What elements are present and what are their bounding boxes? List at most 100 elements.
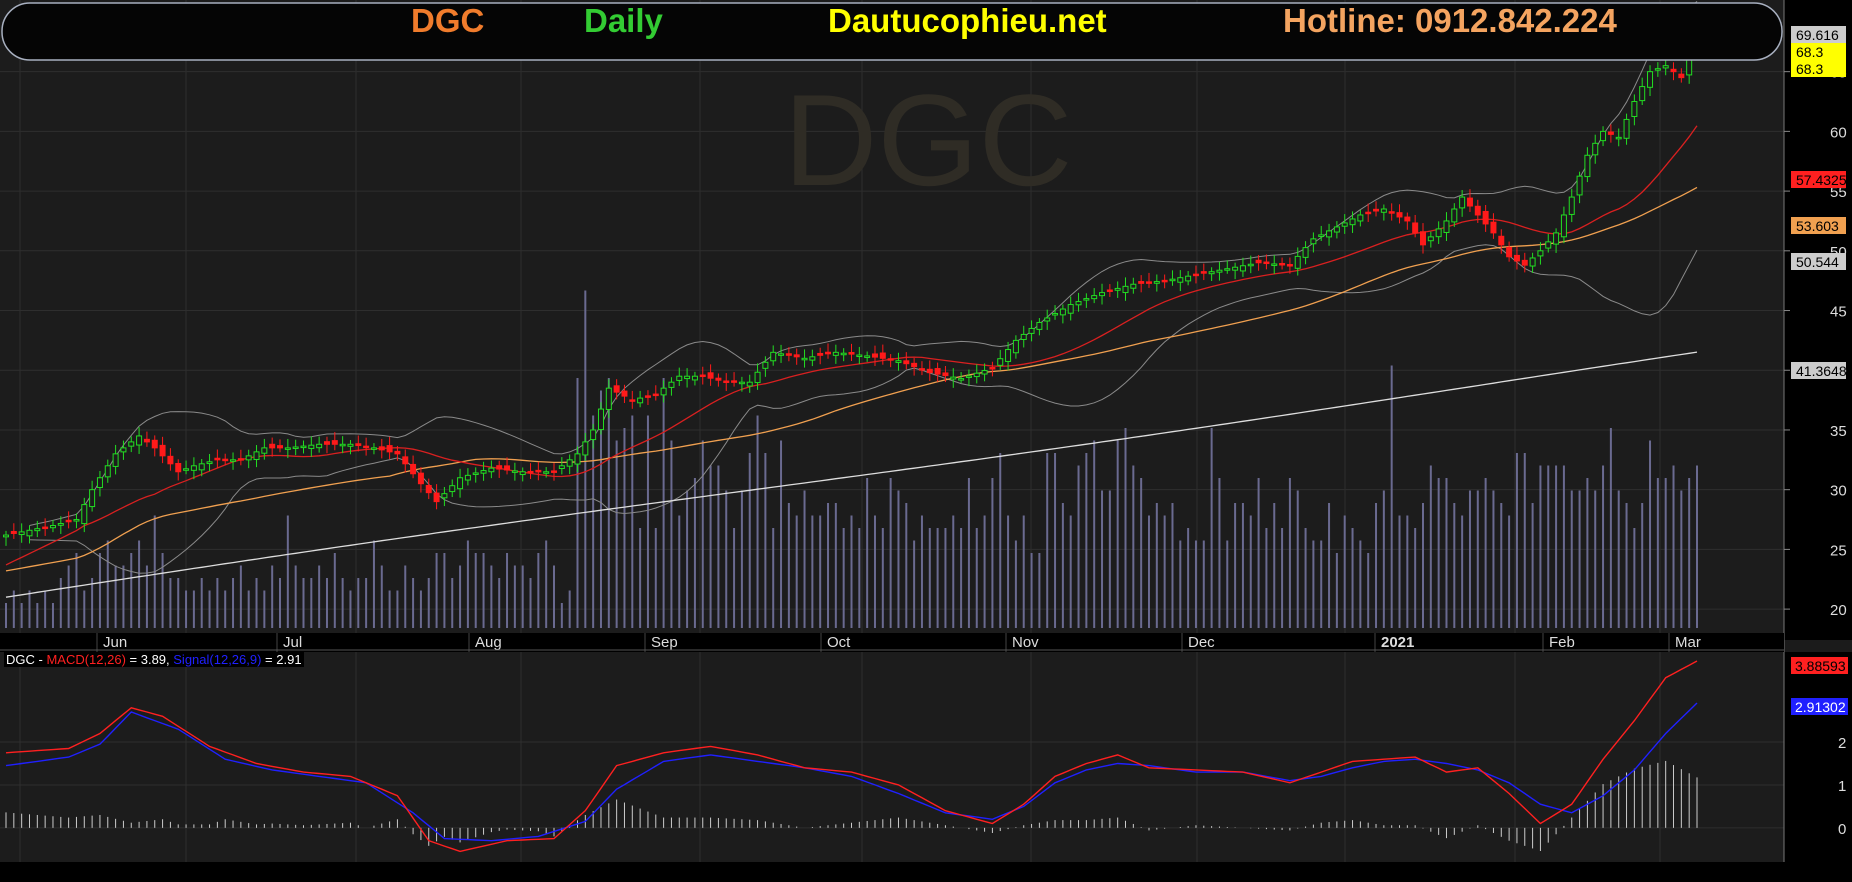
site-label: Dautucophieu.net [828, 2, 1107, 39]
candle-body [566, 459, 573, 467]
candle-body [339, 443, 346, 447]
candle-body [1600, 130, 1607, 142]
price-tag-label: 57.4325 [1796, 172, 1847, 188]
price-tag-label: 41.3648 [1796, 363, 1847, 379]
candle-body [668, 381, 675, 388]
price-tag-label: 68.3 [1796, 61, 1823, 77]
candle-body [1106, 289, 1113, 293]
candle-body [57, 523, 64, 526]
candle-body [355, 443, 362, 446]
candle-body [1138, 281, 1145, 284]
candle-body [770, 351, 777, 362]
candle-body [214, 457, 221, 461]
price-tag-label: 68.3 [1796, 44, 1823, 60]
candle-body [394, 450, 401, 455]
candle-body [206, 461, 213, 465]
candle-body [261, 447, 268, 454]
candle-body [519, 471, 526, 476]
candle-body [292, 446, 299, 449]
candle-body [1607, 131, 1614, 135]
candle-body [331, 440, 338, 445]
date-label: Aug [475, 634, 502, 651]
candle-body [1412, 222, 1419, 234]
candle-body [1490, 221, 1497, 234]
date-label: Feb [1549, 634, 1575, 651]
candle-body [167, 455, 174, 465]
candle-body [198, 463, 205, 471]
candle-body [511, 470, 518, 473]
candle-body [950, 376, 957, 380]
candle-body [316, 443, 323, 449]
candle-body [1568, 196, 1575, 215]
candle-body [825, 351, 832, 355]
candle-body [895, 360, 902, 363]
candle-body [1521, 259, 1528, 266]
date-label: Sep [651, 634, 678, 651]
candle-body [89, 489, 96, 508]
candle-body [1200, 271, 1207, 274]
candle-body [605, 387, 612, 410]
candle-body [347, 443, 354, 447]
candle-body [1052, 313, 1059, 316]
chart-canvas[interactable]: DGC2025303540455055606569.61668.368.357.… [0, 0, 1852, 882]
candle-body [1114, 287, 1121, 291]
candle-body [1373, 208, 1380, 212]
candle-body [1631, 101, 1638, 117]
candle-body [1341, 222, 1348, 227]
candle-body [433, 492, 440, 503]
candle-body [660, 387, 667, 396]
candle-body [699, 374, 706, 378]
candle-body [1020, 333, 1027, 340]
candle-body [762, 361, 769, 369]
candle-body [574, 453, 581, 465]
candle-body [120, 447, 127, 453]
candle-body [738, 381, 745, 385]
candle-body [1380, 208, 1387, 213]
date-label: Nov [1012, 634, 1039, 651]
candle-body [746, 381, 753, 387]
candle-body [417, 472, 424, 485]
candle-body [1662, 65, 1669, 69]
candle-body [175, 462, 182, 473]
candle-body [1130, 283, 1137, 289]
candle-body [879, 352, 886, 359]
candle-body [378, 446, 385, 451]
candle-body [1185, 275, 1192, 282]
candle-body [1192, 273, 1199, 277]
price-tick-label: 20 [1830, 602, 1847, 619]
candle-body [410, 463, 417, 475]
date-label: Jul [283, 634, 302, 651]
candle-body [558, 465, 565, 469]
candle-body [1427, 236, 1434, 242]
candle-body [590, 429, 597, 441]
candle-body [386, 445, 393, 453]
candle-body [527, 470, 534, 474]
candle-body [277, 445, 284, 449]
candle-body [488, 467, 495, 473]
candle-body [269, 443, 276, 449]
candle-body [1232, 266, 1239, 271]
candle-body [644, 395, 651, 398]
candle-body [754, 371, 761, 384]
macd-tick-label: 1 [1838, 778, 1846, 795]
candle-body [793, 354, 800, 358]
candle-body [1553, 232, 1560, 245]
candle-body [1678, 73, 1685, 79]
candle-body [10, 530, 17, 534]
candle-body [997, 358, 1004, 366]
ticker-label: DGC [411, 2, 485, 39]
candle-body [1239, 265, 1246, 272]
candle-body [731, 380, 738, 383]
candle-body [136, 435, 143, 446]
candle-body [1067, 304, 1074, 314]
watermark-text: DGC [784, 67, 1073, 213]
candle-body [832, 351, 839, 356]
candle-body [965, 375, 972, 378]
candle-body [691, 375, 698, 381]
price-tick-label: 35 [1830, 423, 1847, 440]
candle-body [128, 441, 135, 447]
candle-body [1224, 268, 1231, 271]
candle-body [778, 353, 785, 356]
candle-body [1654, 68, 1661, 71]
candle-body [848, 352, 855, 355]
